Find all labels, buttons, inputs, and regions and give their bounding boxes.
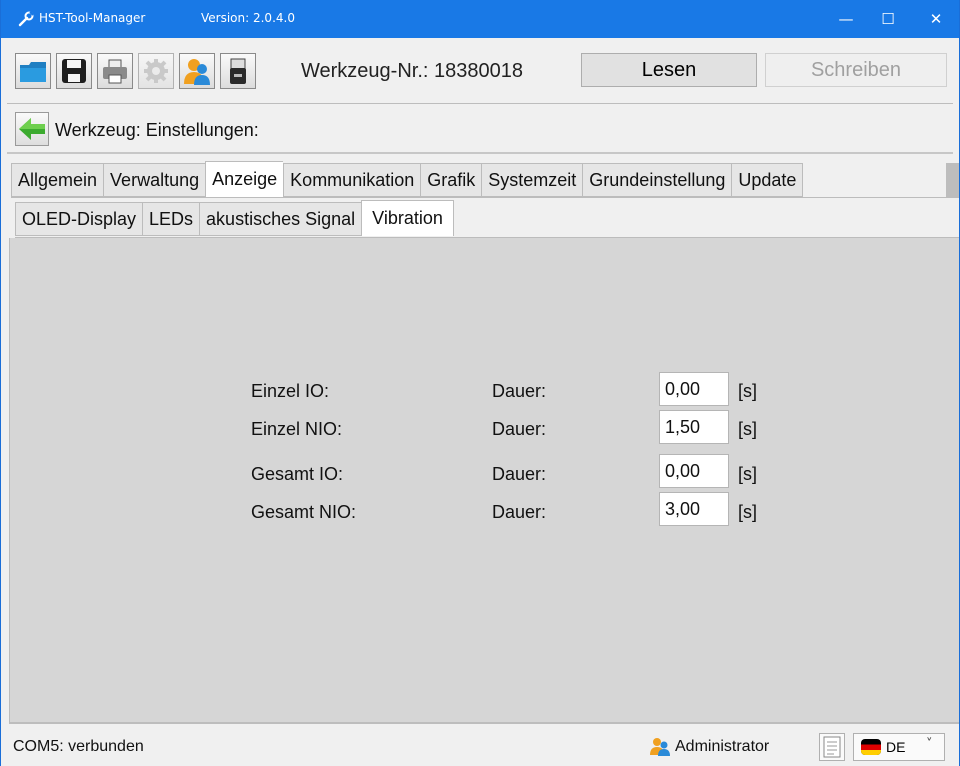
user-icon bbox=[650, 738, 670, 756]
tab-anzeige[interactable]: Anzeige bbox=[205, 161, 284, 197]
log-button[interactable] bbox=[819, 733, 845, 761]
dauer-label: Dauer: bbox=[492, 419, 547, 439]
print-icon[interactable] bbox=[97, 53, 133, 89]
einzel-io-label: Einzel IO: bbox=[251, 381, 330, 401]
toolbar: Werkzeug-Nr.: 18380018 Lesen Schreiben bbox=[1, 38, 959, 102]
settings-icon[interactable] bbox=[138, 53, 174, 89]
save-icon[interactable] bbox=[56, 53, 92, 89]
back-arrow-icon bbox=[19, 118, 45, 140]
app-window: HST-Tool-Manager Version: 2.0.4.0 — ☐ ✕ … bbox=[0, 0, 960, 766]
minimize-button[interactable]: — bbox=[823, 0, 869, 38]
document-icon bbox=[823, 736, 841, 758]
wrench-icon bbox=[18, 11, 34, 27]
connection-status: COM5: verbunden bbox=[13, 738, 144, 755]
chevron-down-icon: ˅ bbox=[926, 737, 933, 752]
open-folder-icon[interactable] bbox=[15, 53, 51, 89]
dauer-label: Dauer: bbox=[492, 502, 547, 522]
unit-label: [s] bbox=[738, 502, 758, 522]
vibration-panel: Einzel IO: Dauer: 0,00 [s] Einzel NIO: D… bbox=[9, 238, 959, 722]
tab-strip-filler bbox=[946, 163, 959, 197]
tab-akustisches-signal[interactable]: akustisches Signal bbox=[199, 202, 362, 236]
lesen-button[interactable]: Lesen bbox=[581, 53, 757, 87]
tab-update[interactable]: Update bbox=[731, 163, 804, 197]
language-select[interactable]: DE ˅ bbox=[853, 733, 945, 761]
divider bbox=[7, 152, 953, 154]
dauer-label: Dauer: bbox=[492, 381, 547, 401]
einzel-nio-label: Einzel NIO: bbox=[251, 419, 343, 439]
tab-grafik[interactable]: Grafik bbox=[420, 163, 482, 197]
close-button[interactable]: ✕ bbox=[913, 0, 959, 38]
sub-tabs: OLED-Display LEDs akustisches Signal Vib… bbox=[15, 200, 454, 238]
tab-verwaltung[interactable]: Verwaltung bbox=[103, 163, 206, 197]
dauer-label: Dauer: bbox=[492, 464, 547, 484]
tab-vibration[interactable]: Vibration bbox=[361, 200, 454, 236]
werkzeug-number: Werkzeug-Nr.: 18380018 bbox=[301, 60, 523, 82]
german-flag-icon bbox=[861, 739, 881, 755]
divider bbox=[7, 103, 953, 104]
breadcrumb: Werkzeug: Einstellungen: bbox=[1, 105, 959, 149]
version-label: Version: 2.0.4.0 bbox=[201, 11, 295, 25]
gesamt-io-dauer-input[interactable]: 0,00 bbox=[659, 454, 729, 488]
einzel-nio-dauer-input[interactable]: 1,50 bbox=[659, 410, 729, 444]
divider bbox=[9, 722, 959, 724]
tab-systemzeit[interactable]: Systemzeit bbox=[481, 163, 583, 197]
einzel-io-dauer-input[interactable]: 0,00 bbox=[659, 372, 729, 406]
language-value: DE bbox=[886, 739, 906, 755]
back-button[interactable] bbox=[15, 112, 49, 146]
gesamt-nio-label: Gesamt NIO: bbox=[251, 502, 357, 522]
maximize-button[interactable]: ☐ bbox=[865, 0, 911, 38]
gesamt-nio-dauer-input[interactable]: 3,00 bbox=[659, 492, 729, 526]
schreiben-button[interactable]: Schreiben bbox=[765, 53, 947, 87]
window-title: HST-Tool-Manager bbox=[39, 11, 146, 25]
main-tabs: Allgemein Verwaltung Anzeige Kommunikati… bbox=[11, 161, 804, 199]
unit-label: [s] bbox=[738, 381, 758, 401]
usb-icon[interactable] bbox=[220, 53, 256, 89]
tab-grundeinstellung[interactable]: Grundeinstellung bbox=[582, 163, 732, 197]
current-user: Administrator bbox=[675, 738, 770, 755]
unit-label: [s] bbox=[738, 464, 758, 484]
tab-allgemein[interactable]: Allgemein bbox=[11, 163, 104, 197]
unit-label: [s] bbox=[738, 419, 758, 439]
status-bar: COM5: verbunden Administrator DE ˅ bbox=[1, 726, 959, 766]
tab-leds[interactable]: LEDs bbox=[142, 202, 200, 236]
tab-oled-display[interactable]: OLED-Display bbox=[15, 202, 143, 236]
gesamt-io-label: Gesamt IO: bbox=[251, 464, 344, 484]
page-title: Werkzeug: Einstellungen: bbox=[55, 120, 259, 140]
user-icon[interactable] bbox=[179, 53, 215, 89]
title-bar: HST-Tool-Manager Version: 2.0.4.0 — ☐ ✕ bbox=[1, 0, 959, 38]
tab-kommunikation[interactable]: Kommunikation bbox=[283, 163, 421, 197]
